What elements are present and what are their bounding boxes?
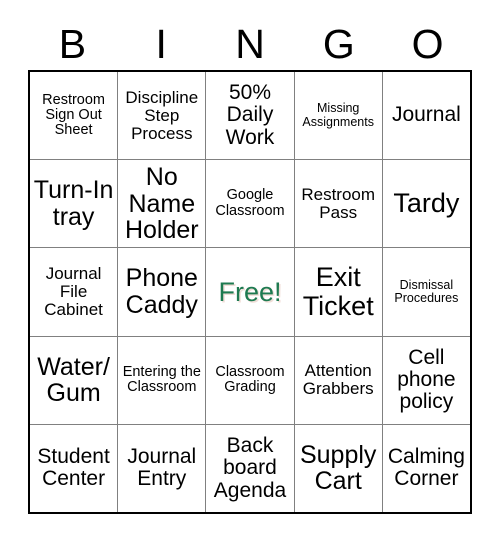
bingo-cell[interactable]: Back board Agenda (206, 424, 294, 512)
bingo-cell-label: Water/ Gum (37, 352, 110, 408)
bingo-cell[interactable]: Exit Ticket (294, 248, 382, 336)
bingo-header-letter-b: B (58, 20, 87, 67)
bingo-cell-label: 50% Daily Work (225, 81, 275, 149)
bingo-free-cell[interactable]: Free! (206, 248, 294, 336)
bingo-cell[interactable]: Journal Entry (118, 424, 206, 512)
bingo-cell[interactable]: Cell phone policy (382, 336, 470, 424)
bingo-cell[interactable]: Water/ Gum (30, 336, 118, 424)
bingo-cell-label: Turn-In tray (33, 176, 114, 231)
bingo-cell-label: Student Center (37, 445, 110, 491)
bingo-cell-label: Supply Cart (299, 440, 377, 496)
bingo-cell[interactable]: Attention Grabbers (294, 336, 382, 424)
bingo-header: B I N G O (28, 18, 472, 70)
bingo-cell[interactable]: Phone Caddy (118, 248, 206, 336)
bingo-cell[interactable]: Discipline Step Process (118, 72, 206, 160)
bingo-cell-label: Attention Grabbers (302, 361, 374, 399)
bingo-free-label: Free! (218, 276, 282, 307)
bingo-cell-label: Discipline Step Process (125, 87, 199, 143)
bingo-cell-label: Tardy (393, 188, 460, 219)
bingo-cell[interactable]: Entering the Classroom (118, 336, 206, 424)
bingo-cell[interactable]: Classroom Grading (206, 336, 294, 424)
bingo-cell[interactable]: Google Classroom (206, 160, 294, 248)
bingo-grid: Restroom Sign Out Sheet Discipline Step … (28, 70, 472, 514)
bingo-cell[interactable]: 50% Daily Work (206, 72, 294, 160)
bingo-cell-label: Journal Entry (127, 445, 197, 491)
bingo-cell-label: Restroom Sign Out Sheet (42, 91, 106, 139)
bingo-cell-label: Exit Ticket (302, 262, 374, 321)
bingo-cell-label: Calming Corner (387, 445, 465, 491)
bingo-cell[interactable]: Calming Corner (382, 424, 470, 512)
bingo-header-letter-n: N (235, 20, 265, 67)
bingo-cell-label: Back board Agenda (213, 434, 287, 502)
bingo-header-letter-o: O (411, 20, 444, 67)
bingo-header-letter-i: I (155, 20, 167, 67)
bingo-cell[interactable]: Missing Assignments (294, 72, 382, 160)
bingo-cell-label: Restroom Pass (301, 184, 376, 222)
bingo-cell-label: Phone Caddy (125, 264, 198, 319)
bingo-cell-label: No Name Holder (124, 163, 199, 245)
bingo-cell[interactable]: Restroom Sign Out Sheet (30, 72, 118, 160)
bingo-cell[interactable]: Turn-In tray (30, 160, 118, 248)
bingo-cell[interactable]: Journal File Cabinet (30, 248, 118, 336)
bingo-header-letter-g: G (322, 20, 355, 67)
bingo-cell[interactable]: Restroom Pass (294, 160, 382, 248)
bingo-cell-label: Dismissal Procedures (394, 277, 459, 305)
bingo-cell[interactable]: Journal (382, 72, 470, 160)
bingo-cell[interactable]: Supply Cart (294, 424, 382, 512)
bingo-cell[interactable]: Dismissal Procedures (382, 248, 470, 336)
bingo-cell-label: Journal File Cabinet (44, 263, 103, 319)
bingo-cell-label: Google Classroom (215, 187, 285, 219)
bingo-cell[interactable]: No Name Holder (118, 160, 206, 248)
bingo-card: B I N G O Restroom Sign Out Sheet Discip… (0, 0, 500, 544)
bingo-cell-label: Classroom Grading (215, 363, 285, 396)
bingo-cell-label: Entering the Classroom (122, 363, 201, 396)
bingo-cell-label: Missing Assignments (302, 101, 374, 129)
bingo-cell-label: Journal (391, 103, 461, 127)
bingo-cell-label: Cell phone policy (397, 345, 456, 414)
bingo-cell[interactable]: Student Center (30, 424, 118, 512)
bingo-cell[interactable]: Tardy (382, 160, 470, 248)
